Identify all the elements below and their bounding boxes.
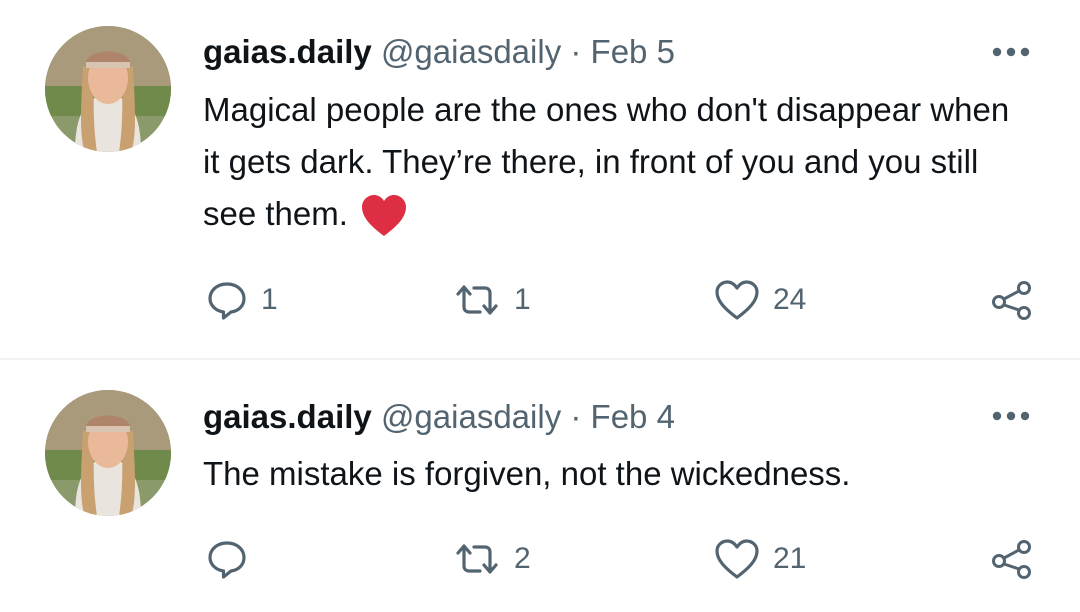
retweet-button[interactable]: 2 <box>452 534 531 584</box>
timestamp[interactable]: Feb 4 <box>591 398 675 435</box>
more-icon[interactable] <box>988 42 1034 62</box>
timestamp[interactable]: Feb 5 <box>591 33 675 70</box>
like-count: 24 <box>773 283 807 316</box>
reply-button[interactable] <box>205 534 261 584</box>
heart-icon <box>713 537 761 581</box>
tweet-1[interactable]: gaias.daily @gaiasdaily · Feb 5 Magical … <box>0 0 1080 358</box>
share-icon <box>990 537 1034 581</box>
tweet-actions: 2 21 <box>0 534 1080 584</box>
tweet-2[interactable]: gaias.daily @gaiasdaily · Feb 4 The mist… <box>0 360 1080 612</box>
display-name[interactable]: gaias.daily <box>203 33 372 70</box>
retweet-icon <box>452 537 502 581</box>
more-icon[interactable] <box>988 406 1034 426</box>
tweet-actions: 1 1 24 <box>0 275 1080 325</box>
share-button[interactable] <box>990 534 1034 584</box>
avatar[interactable] <box>45 390 171 516</box>
red-heart-emoji <box>360 194 408 238</box>
tweet-header: gaias.daily @gaiasdaily · Feb 4 <box>203 395 675 439</box>
handle[interactable]: @gaiasdaily <box>381 398 561 435</box>
retweet-count: 1 <box>514 283 531 316</box>
tweet-text-block: The mistake is forgiven, not the wickedn… <box>203 448 1033 500</box>
reply-button[interactable]: 1 <box>205 275 278 325</box>
tweet-text-block: Magical people are the ones who don't di… <box>203 84 1033 240</box>
tweet-text: The mistake is forgiven, not the wickedn… <box>203 455 851 492</box>
retweet-count: 2 <box>514 542 531 575</box>
avatar[interactable] <box>45 26 171 152</box>
share-icon <box>990 278 1034 322</box>
display-name[interactable]: gaias.daily <box>203 398 372 435</box>
retweet-icon <box>452 278 502 322</box>
like-count: 21 <box>773 542 807 575</box>
separator: · <box>570 398 582 435</box>
like-button[interactable]: 24 <box>713 275 806 325</box>
like-button[interactable]: 21 <box>713 534 806 584</box>
retweet-button[interactable]: 1 <box>452 275 531 325</box>
share-button[interactable] <box>990 275 1034 325</box>
separator: · <box>570 33 582 70</box>
tweet-text: Magical people are the ones who don't di… <box>203 91 1010 232</box>
reply-icon <box>205 278 249 322</box>
tweet-header: gaias.daily @gaiasdaily · Feb 5 <box>203 30 675 74</box>
reply-count: 1 <box>261 283 278 316</box>
heart-icon <box>713 278 761 322</box>
reply-icon <box>205 537 249 581</box>
handle[interactable]: @gaiasdaily <box>381 33 561 70</box>
